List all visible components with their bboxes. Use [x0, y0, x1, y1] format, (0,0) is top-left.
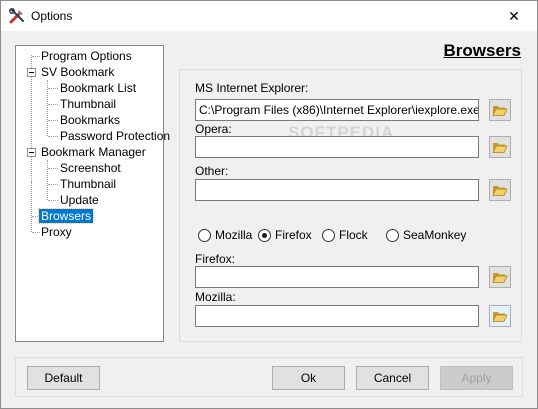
- tree-item-password-protection[interactable]: Password Protection: [58, 128, 172, 144]
- tree-item-update[interactable]: Update: [58, 192, 101, 208]
- folder-open-icon: [492, 272, 508, 283]
- firefox-label: Firefox:: [195, 252, 236, 266]
- tree-item-bookmark-list[interactable]: Bookmark List: [58, 80, 138, 96]
- opera-path-field[interactable]: [195, 136, 479, 158]
- tree-item-bookmark-manager[interactable]: Bookmark Manager: [39, 144, 148, 160]
- window-title: Options: [31, 9, 73, 23]
- mozilla-browse-button[interactable]: [489, 305, 511, 327]
- mozilla-label: Mozilla:: [195, 290, 236, 304]
- radio-mozilla[interactable]: Mozilla: [198, 227, 252, 243]
- radio-flock[interactable]: Flock: [322, 227, 368, 243]
- radio-firefox[interactable]: Firefox: [258, 227, 312, 243]
- ie-path-field[interactable]: C:\Program Files (x86)\Internet Explorer…: [195, 99, 479, 121]
- tree-item-screenshot[interactable]: Screenshot: [58, 160, 123, 176]
- other-browse-button[interactable]: [489, 179, 511, 201]
- collapse-bookmark-manager-icon[interactable]: [27, 148, 36, 157]
- folder-open-icon: [492, 311, 508, 322]
- ie-browse-button[interactable]: [489, 99, 511, 121]
- opera-browse-button[interactable]: [489, 136, 511, 158]
- folder-open-icon: [492, 105, 508, 116]
- radio-firefox-indicator: [258, 228, 271, 242]
- folder-open-icon: [492, 142, 508, 153]
- tree-item-thumbnail-manager[interactable]: Thumbnail: [58, 176, 118, 192]
- options-window: Options ✕ Program Options SV Bookmark Bo…: [0, 0, 538, 409]
- radio-seamonkey-indicator: [386, 228, 399, 242]
- tree-item-sv-bookmark[interactable]: SV Bookmark: [39, 64, 116, 80]
- tree-item-browsers[interactable]: Browsers: [37, 208, 95, 224]
- close-icon: ✕: [508, 7, 520, 24]
- button-bar: Default Ok Cancel Apply: [15, 357, 523, 397]
- other-label: Other:: [195, 164, 229, 178]
- ie-label: MS Internet Explorer:: [195, 81, 309, 95]
- tree-item-bookmarks[interactable]: Bookmarks: [58, 112, 122, 128]
- radio-seamonkey[interactable]: SeaMonkey: [386, 227, 466, 243]
- firefox-browse-button[interactable]: [489, 266, 511, 288]
- client-area: Program Options SV Bookmark Bookmark Lis…: [1, 31, 537, 408]
- page-title: Browsers: [443, 41, 521, 60]
- firefox-path-field[interactable]: [195, 266, 479, 288]
- default-button[interactable]: Default: [27, 366, 100, 390]
- radio-flock-indicator: [322, 228, 335, 242]
- tree-item-proxy[interactable]: Proxy: [39, 224, 74, 240]
- apply-button[interactable]: Apply: [440, 366, 513, 390]
- collapse-sv-bookmark-icon[interactable]: [27, 68, 36, 77]
- radio-mozilla-indicator: [198, 228, 211, 242]
- tree-item-thumbnail[interactable]: Thumbnail: [58, 96, 118, 112]
- opera-label: Opera:: [195, 122, 232, 136]
- folder-open-icon: [492, 185, 508, 196]
- mozilla-path-field[interactable]: [195, 305, 479, 327]
- options-tree[interactable]: Program Options SV Bookmark Bookmark Lis…: [15, 45, 170, 342]
- ok-button[interactable]: Ok: [272, 366, 345, 390]
- tools-icon: [8, 7, 26, 25]
- title-bar: Options ✕: [1, 1, 537, 31]
- tree-item-program-options[interactable]: Program Options: [39, 48, 134, 64]
- cancel-button[interactable]: Cancel: [356, 366, 429, 390]
- close-button[interactable]: ✕: [491, 1, 537, 31]
- other-path-field[interactable]: [195, 179, 479, 201]
